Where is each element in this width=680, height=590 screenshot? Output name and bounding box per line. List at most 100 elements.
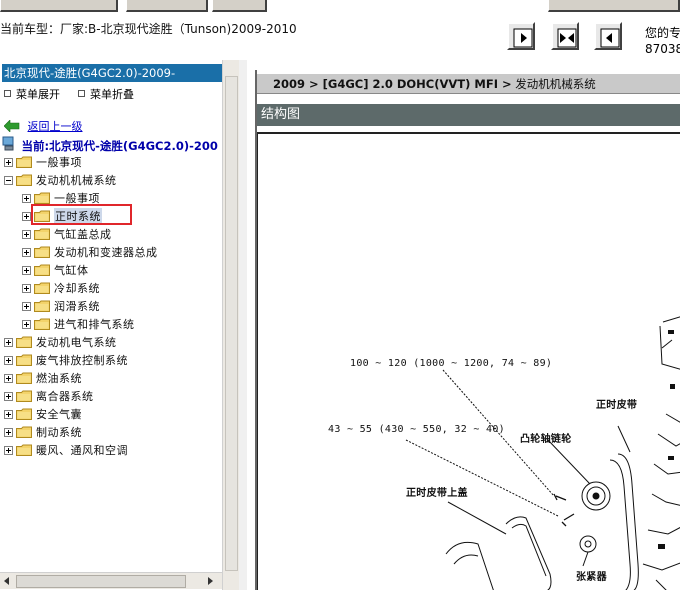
fit-page-button[interactable] (551, 22, 579, 50)
folder-icon (16, 156, 32, 168)
folder-icon (16, 426, 32, 438)
tree-item-label: 气缸体 (54, 264, 89, 277)
expand-plus-icon[interactable] (22, 319, 31, 329)
expand-plus-icon[interactable] (4, 391, 13, 401)
tree-vertical-scroll-thumb[interactable] (225, 76, 238, 571)
tree-item-label: 发动机机械系统 (36, 174, 117, 187)
torque-spec-label-1: 100 ~ 120 (1000 ~ 1200, 74 ~ 89) (350, 358, 553, 369)
tree-item-label: 燃油系统 (36, 372, 82, 385)
back-arrow-icon (3, 119, 20, 133)
top-tab-3[interactable] (212, 0, 267, 12)
scroll-right-arrow-icon[interactable] (208, 577, 213, 585)
folder-icon (16, 174, 32, 186)
expand-all-button[interactable]: 菜单展开 (4, 86, 60, 102)
expand-plus-icon[interactable] (4, 427, 13, 437)
tree-header: 北京现代-途胜(G4GC2.0)-2009- (2, 64, 244, 82)
tree-item-label: 安全气囊 (36, 408, 82, 421)
tree-item[interactable]: 废气排放控制系统 (4, 351, 128, 369)
collapse-all-button[interactable]: 菜单折叠 (78, 86, 134, 102)
user-info-text: 您的专 87038 (645, 25, 680, 57)
timing-system-diagram: 100 ~ 120 (1000 ~ 1200, 74 ~ 89) 43 ~ 55… (257, 132, 680, 590)
top-tab-1[interactable] (0, 0, 118, 12)
top-tab-4[interactable] (548, 0, 680, 12)
breadcrumb: 2009 > [G4GC] 2.0 DOHC(VVT) MFI > 发动机机械系… (257, 74, 680, 94)
tree-horizontal-scrollbar[interactable] (0, 572, 222, 589)
tree-item-label: 离合器系统 (36, 390, 94, 403)
folder-icon (34, 228, 50, 240)
scroll-left-arrow-icon[interactable] (4, 577, 9, 585)
computer-icon (2, 136, 14, 151)
tree-vertical-scrollbar[interactable] (222, 60, 239, 590)
expand-plus-icon[interactable] (22, 193, 31, 203)
expand-plus-icon[interactable] (4, 409, 13, 419)
tree-item-label: 暖风、通风和空调 (36, 444, 128, 457)
tree-item[interactable]: 气缸体 (22, 261, 89, 279)
folder-icon (34, 264, 50, 276)
folder-icon (16, 372, 32, 384)
current-node-label: 当前:北京现代-途胜(G4GC2.0)-200 (21, 139, 218, 153)
pane-splitter[interactable] (239, 60, 247, 590)
tree-horizontal-scroll-thumb[interactable] (16, 575, 186, 588)
first-page-button[interactable] (507, 22, 535, 50)
tree-item-label: 冷却系统 (54, 282, 100, 295)
top-toolbar: 当前车型：厂家:B-北京现代途胜（Tunson)2009-2010 您的专 87… (0, 0, 680, 60)
previous-page-button[interactable] (594, 22, 622, 50)
tree-item-label: 发动机和变速器总成 (54, 246, 158, 259)
breadcrumb-current: 发动机机械系统 (511, 77, 596, 91)
tree-item[interactable]: 一般事项 (4, 153, 82, 171)
folder-icon (16, 390, 32, 402)
tree-pane: 北京现代-途胜(G4GC2.0)-2009- 菜单展开 菜单折叠 返回上一级 当… (0, 60, 246, 590)
breadcrumb-path: 2009 > [G4GC] 2.0 DOHC(VVT) MFI > (273, 77, 512, 91)
collapse-all-icon (78, 90, 85, 97)
selection-highlight-box (31, 204, 132, 225)
tensioner-label: 张紧器 (576, 572, 607, 583)
content-frame: 2009 > [G4GC] 2.0 DOHC(VVT) MFI > 发动机机械系… (255, 70, 680, 590)
tree-item-label: 气缸盖总成 (54, 228, 112, 241)
collapse-all-label: 菜单折叠 (90, 88, 134, 101)
expand-plus-icon[interactable] (4, 373, 13, 383)
tree-item[interactable]: 暖风、通风和空调 (4, 441, 128, 459)
tree-item[interactable]: 离合器系统 (4, 387, 94, 405)
expand-plus-icon[interactable] (22, 265, 31, 275)
tree-item[interactable]: 气缸盖总成 (22, 225, 112, 243)
back-link[interactable]: 返回上一级 (3, 118, 83, 135)
section-title: 结构图 (257, 104, 680, 126)
expand-plus-icon[interactable] (4, 445, 13, 455)
arrows-inward-icon (557, 28, 577, 48)
top-tab-2[interactable] (126, 0, 208, 12)
torque-spec-label-2: 43 ~ 55 (430 ~ 550, 32 ~ 40) (328, 424, 505, 435)
expand-plus-icon[interactable] (4, 157, 13, 167)
tree-item[interactable]: 安全气囊 (4, 405, 82, 423)
tree-item-label: 废气排放控制系统 (36, 354, 128, 367)
tree-item[interactable]: 燃油系统 (4, 369, 82, 387)
tree-item[interactable]: 发动机和变速器总成 (22, 243, 158, 261)
expand-plus-icon[interactable] (4, 355, 13, 365)
expand-plus-icon[interactable] (4, 337, 13, 347)
folder-icon (34, 192, 50, 204)
expand-plus-icon[interactable] (22, 301, 31, 311)
tree-item-label: 制动系统 (36, 426, 82, 439)
back-link-label: 返回上一级 (27, 120, 83, 133)
folder-icon (16, 408, 32, 420)
expand-plus-icon[interactable] (22, 247, 31, 257)
expand-plus-icon[interactable] (22, 229, 31, 239)
folder-icon (34, 318, 50, 330)
tree-item[interactable]: 发动机电气系统 (4, 333, 117, 351)
timing-belt-label: 正时皮带 (596, 400, 638, 411)
expand-all-label: 菜单展开 (16, 88, 60, 101)
current-vehicle-label: 当前车型：厂家:B-北京现代途胜（Tunson)2009-2010 (0, 22, 297, 36)
tree-item[interactable]: 冷却系统 (22, 279, 100, 297)
folder-icon (34, 282, 50, 294)
tree-item-label: 润滑系统 (54, 300, 100, 313)
collapse-minus-icon[interactable] (4, 175, 13, 185)
folder-icon (16, 444, 32, 456)
tree-item[interactable]: 润滑系统 (22, 297, 100, 315)
expand-all-icon (4, 90, 11, 97)
expand-plus-icon[interactable] (22, 211, 31, 221)
expand-plus-icon[interactable] (22, 283, 31, 293)
tree-item[interactable]: 进气和排气系统 (22, 315, 135, 333)
content-pane: 2009 > [G4GC] 2.0 DOHC(VVT) MFI > 发动机机械系… (247, 60, 680, 590)
tree-item[interactable]: 发动机机械系统 (4, 171, 117, 189)
tree-item[interactable]: 制动系统 (4, 423, 82, 441)
timing-belt-upper-cover-label: 正时皮带上盖 (406, 488, 468, 499)
